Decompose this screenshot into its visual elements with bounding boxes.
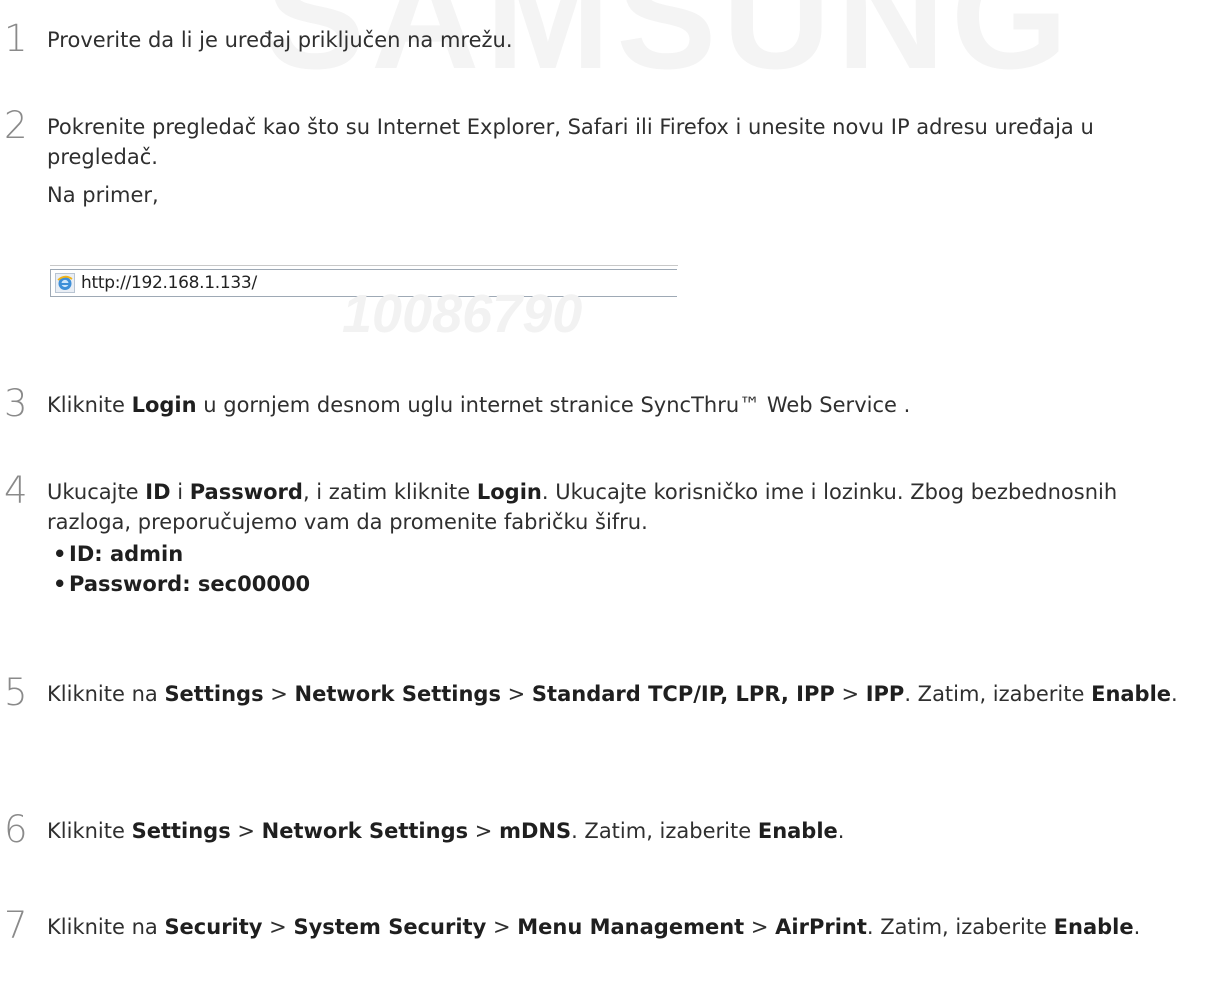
text-run: > <box>262 915 294 939</box>
list-item: Password: sec00000 <box>53 569 1197 599</box>
ui-term: Security <box>164 915 263 939</box>
ui-term: Settings <box>131 819 231 843</box>
text-run: Kliknite <box>47 393 132 417</box>
example-url: http://192.168.1.133/ <box>81 273 257 293</box>
ui-term: Settings <box>164 682 264 706</box>
ui-term: Menu Management <box>517 915 745 939</box>
text-run: > <box>230 819 262 843</box>
list-item: ID: admin <box>53 539 1197 569</box>
divider <box>50 265 678 266</box>
image-watermark: 10086790 <box>342 284 583 344</box>
ui-term: IPP <box>865 682 905 706</box>
step-number: 4 <box>4 469 28 512</box>
step-text: Kliknite Settings > Network Settings > m… <box>47 816 1197 846</box>
text-run: . Zatim, izaberite <box>866 915 1054 939</box>
text-run: > <box>744 915 776 939</box>
text-run: > <box>263 682 295 706</box>
text-run: > <box>486 915 518 939</box>
text-run: . <box>1171 682 1178 706</box>
ui-term: AirPrint <box>775 915 867 939</box>
step-body: Ukucajte ID i Password, i zatim kliknite… <box>47 477 1197 537</box>
ui-term: Login <box>131 393 197 417</box>
step-number: 5 <box>4 671 28 714</box>
text-run: . Zatim, izaberite <box>571 819 758 843</box>
example-label: Na primer, <box>47 183 159 207</box>
step-text: Kliknite Login u gornjem desnom uglu int… <box>47 390 1197 420</box>
text-run: . <box>837 819 845 843</box>
text-run: > <box>500 682 532 706</box>
text-run: u gornjem desnom uglu internet stranice … <box>196 393 911 417</box>
text-run: i <box>170 480 190 504</box>
ui-term: Enable <box>757 819 838 843</box>
step-body: Pokrenite pregledač kao što su Internet … <box>47 115 1094 169</box>
ui-term: Login <box>476 480 542 504</box>
ui-term: mDNS <box>499 819 572 843</box>
text-run: . <box>1133 915 1141 939</box>
text-run: . Zatim, izaberite <box>904 682 1092 706</box>
ui-term: System Security <box>293 915 487 939</box>
step-text: Kliknite na Settings > Network Settings … <box>47 679 1197 709</box>
step-number: 3 <box>4 382 28 425</box>
step-number: 1 <box>4 17 28 60</box>
ui-term: Network Settings <box>294 682 501 706</box>
step-number: 6 <box>4 808 28 851</box>
step-text: Ukucajte ID i Password, i zatim kliknite… <box>47 477 1197 599</box>
step-text: Proverite da li je uređaj priključen na … <box>47 28 513 52</box>
ui-term: Password <box>189 480 303 504</box>
text-run: , i zatim kliknite <box>302 480 477 504</box>
text-run: > <box>834 682 866 706</box>
text-run: > <box>468 819 500 843</box>
ui-term: Enable <box>1053 915 1134 939</box>
text-run: Kliknite na <box>47 682 165 706</box>
text-run: Ukucajte <box>47 480 146 504</box>
ui-term: Network Settings <box>261 819 469 843</box>
ui-term: Enable <box>1091 682 1172 706</box>
ui-term: Standard TCP/IP, LPR, IPP <box>531 682 835 706</box>
browser-address-bar-example: http://192.168.1.133/ 10086790 <box>50 265 678 344</box>
step-text: Pokrenite pregledač kao što su Internet … <box>47 112 1197 210</box>
step-number: 2 <box>4 104 28 147</box>
credentials-list: ID: admin Password: sec00000 <box>47 539 1197 599</box>
ui-term: ID <box>145 480 171 504</box>
text-run: Kliknite na <box>47 915 165 939</box>
step-text: Kliknite na Security > System Security >… <box>47 912 1197 942</box>
step-number: 7 <box>4 904 28 947</box>
internet-explorer-icon <box>55 273 75 293</box>
text-run: Kliknite <box>47 819 132 843</box>
